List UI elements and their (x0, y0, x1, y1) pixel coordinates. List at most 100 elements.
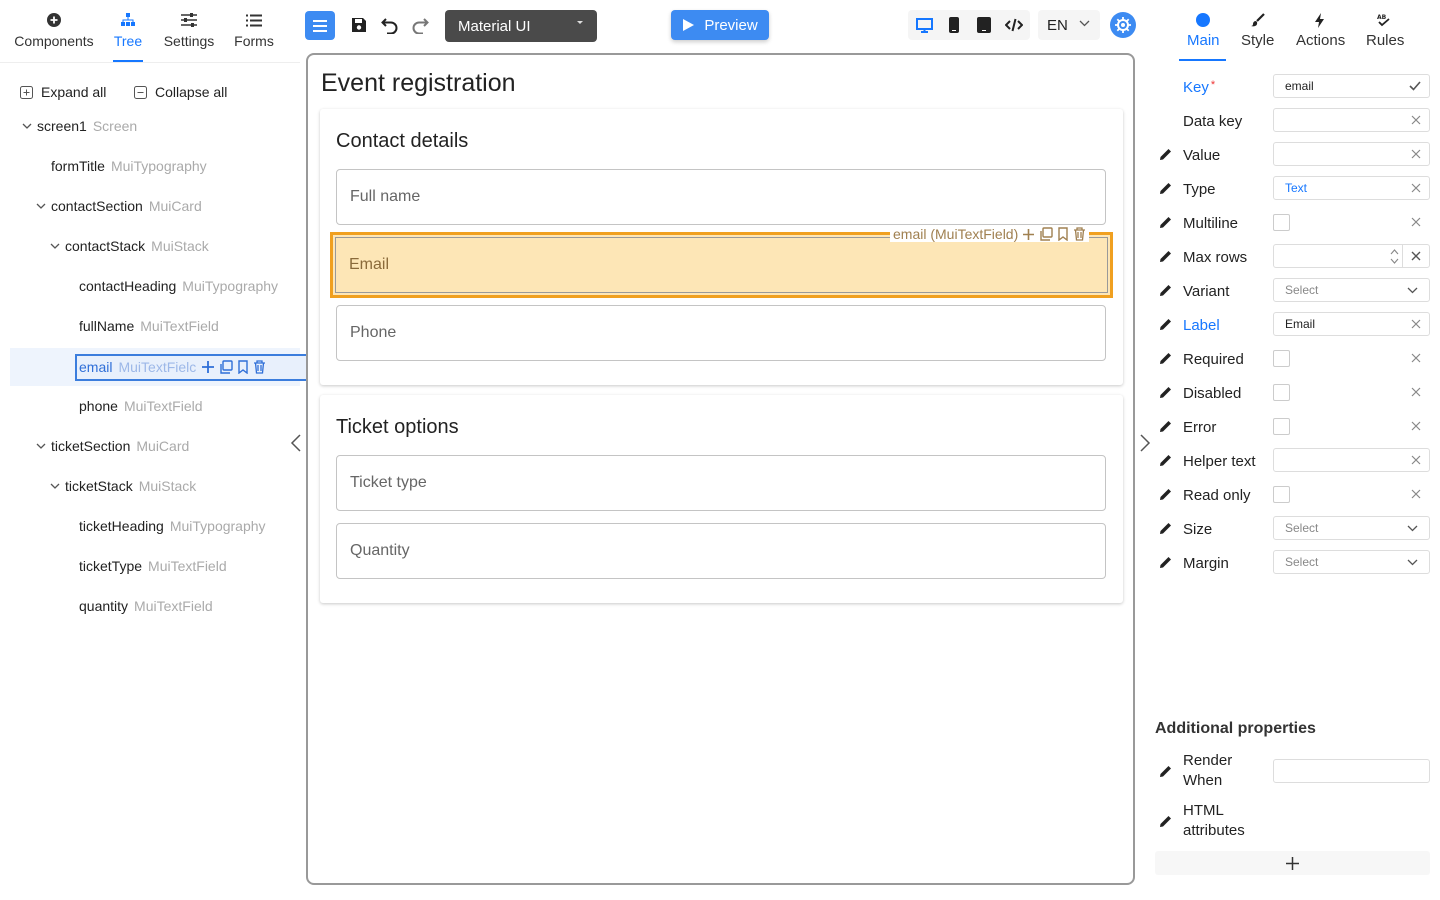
tree-node-formTitle[interactable]: formTitle MuiTypography (51, 156, 207, 176)
key-input[interactable]: email (1273, 74, 1430, 98)
pen-icon[interactable] (1159, 454, 1172, 467)
quantity-field[interactable]: Quantity (336, 523, 1106, 579)
pen-icon[interactable] (1159, 386, 1172, 399)
phone-field[interactable]: Phone (336, 305, 1106, 361)
multiline-checkbox[interactable] (1273, 214, 1290, 231)
label-input[interactable]: Email (1273, 312, 1430, 336)
tab-settings[interactable]: Settings (162, 10, 216, 49)
pen-icon[interactable] (1159, 318, 1172, 331)
pen-icon[interactable] (1159, 182, 1172, 195)
check-icon[interactable] (1409, 81, 1421, 91)
settings-button[interactable] (1110, 12, 1136, 38)
copy-icon[interactable] (219, 360, 233, 374)
clear-icon[interactable] (1411, 251, 1421, 261)
render-when-input[interactable] (1273, 759, 1430, 783)
tree-node-screen1[interactable]: screen1 Screen (22, 116, 137, 136)
add-html-attribute-button[interactable] (1155, 851, 1430, 875)
clear-icon[interactable] (1411, 421, 1421, 431)
error-checkbox[interactable] (1273, 418, 1290, 435)
menu-button[interactable] (305, 11, 335, 40)
copy-icon[interactable] (1039, 227, 1053, 241)
chevron-down-icon[interactable] (21, 120, 33, 132)
tab-forms[interactable]: Forms (233, 10, 275, 49)
language-select[interactable]: EN (1038, 10, 1100, 40)
variant-select[interactable]: Select (1273, 278, 1430, 302)
tab-tree[interactable]: Tree (113, 10, 143, 62)
theme-select[interactable]: Material UI (445, 10, 597, 42)
collapse-all-button[interactable]: Collapse all (134, 84, 227, 100)
redo-button[interactable] (411, 17, 429, 34)
tree-node-contactSection[interactable]: contactSection MuiCard (36, 196, 202, 216)
clear-icon[interactable] (1411, 319, 1421, 329)
chevron-down-icon[interactable] (35, 440, 47, 452)
pen-icon[interactable] (1159, 488, 1172, 501)
desktop-button[interactable] (913, 15, 935, 35)
tree-node-ticketType[interactable]: ticketType MuiTextField (79, 556, 227, 576)
tab-style[interactable]: Style (1241, 10, 1274, 49)
value-input[interactable] (1273, 142, 1430, 166)
clear-icon[interactable] (1411, 217, 1421, 227)
code-button[interactable] (1003, 15, 1025, 35)
contact-heading[interactable]: Contact details (336, 130, 468, 153)
tablet-button[interactable] (973, 15, 995, 35)
tree-node-fullName[interactable]: fullName MuiTextField (79, 316, 219, 336)
add-icon[interactable] (201, 360, 215, 374)
clear-icon[interactable] (1411, 353, 1421, 363)
trash-icon[interactable] (1073, 227, 1086, 241)
pen-icon[interactable] (1159, 556, 1172, 569)
form-title[interactable]: Event registration (321, 69, 516, 98)
tab-actions[interactable]: Actions (1296, 10, 1345, 49)
undo-button[interactable] (381, 17, 399, 34)
pen-icon[interactable] (1159, 815, 1172, 828)
pen-icon[interactable] (1159, 284, 1172, 297)
chevron-down-icon[interactable] (49, 240, 61, 252)
tree-node-contactStack[interactable]: contactStack MuiStack (50, 236, 209, 256)
clear-icon[interactable] (1411, 149, 1421, 159)
pen-icon[interactable] (1159, 765, 1172, 778)
add-icon[interactable] (1022, 228, 1035, 241)
clear-icon[interactable] (1411, 489, 1421, 499)
tree-node-ticketSection[interactable]: ticketSection MuiCard (36, 436, 189, 456)
pen-icon[interactable] (1159, 250, 1172, 263)
read-only-checkbox[interactable] (1273, 486, 1290, 503)
expand-all-button[interactable]: Expand all (20, 84, 106, 100)
clear-icon[interactable] (1411, 455, 1421, 465)
required-checkbox[interactable] (1273, 350, 1290, 367)
bookmark-icon[interactable] (1057, 227, 1069, 241)
chevron-down-icon[interactable] (49, 480, 61, 492)
collapse-left-panel-icon[interactable] (289, 434, 303, 452)
data-key-input[interactable] (1273, 108, 1430, 132)
trash-icon[interactable] (253, 360, 266, 374)
pen-icon[interactable] (1159, 522, 1172, 535)
tree-node-phone[interactable]: phone MuiTextField (79, 396, 203, 416)
tree-node-ticketStack[interactable]: ticketStack MuiStack (50, 476, 196, 496)
tree-node-contactHeading[interactable]: contactHeading MuiTypography (79, 276, 278, 296)
bookmark-icon[interactable] (237, 360, 249, 374)
clear-icon[interactable] (1411, 115, 1421, 125)
chevron-down-icon[interactable] (35, 200, 47, 212)
size-select[interactable]: Select (1273, 516, 1430, 540)
disabled-checkbox[interactable] (1273, 384, 1290, 401)
tree-node-email[interactable]: email MuiTextFielc (75, 354, 308, 381)
tab-components[interactable]: Components (14, 10, 94, 49)
margin-select[interactable]: Select (1273, 550, 1430, 574)
mobile-button[interactable] (943, 15, 965, 35)
design-canvas[interactable]: Event registration Contact details Full … (306, 53, 1135, 885)
pen-icon[interactable] (1159, 352, 1172, 365)
tab-main[interactable]: Main (1179, 10, 1226, 61)
preview-button[interactable]: Preview (671, 10, 769, 40)
ticket-heading[interactable]: Ticket options (336, 416, 459, 439)
tree-node-ticketHeading[interactable]: ticketHeading MuiTypography (79, 516, 266, 536)
max-rows-input[interactable] (1273, 244, 1430, 268)
type-input[interactable]: Text (1273, 176, 1430, 200)
tab-rules[interactable]: AB Rules (1366, 10, 1404, 49)
stepper-icon[interactable] (1390, 248, 1399, 265)
clear-icon[interactable] (1411, 387, 1421, 397)
full-name-field[interactable]: Full name (336, 169, 1106, 225)
helper-text-input[interactable] (1273, 448, 1430, 472)
tree-node-quantity[interactable]: quantity MuiTextField (79, 596, 213, 616)
pen-icon[interactable] (1159, 148, 1172, 161)
ticket-section-card[interactable]: Ticket options Ticket type Quantity (320, 395, 1123, 603)
clear-icon[interactable] (1411, 183, 1421, 193)
ticket-type-field[interactable]: Ticket type (336, 455, 1106, 511)
